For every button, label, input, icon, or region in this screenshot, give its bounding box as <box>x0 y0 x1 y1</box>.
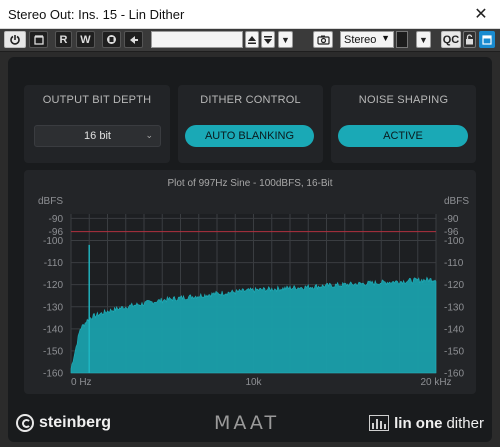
y-tick-label-right: -150 <box>444 346 464 357</box>
steinberg-wordmark: steinberg <box>39 414 112 431</box>
y-tick-label-left: -130 <box>43 302 63 313</box>
y-tick-label-left: -90 <box>49 214 64 225</box>
camera-icon <box>316 35 330 45</box>
y-tick-label-left: -120 <box>43 280 63 291</box>
y-tick-label-right: -110 <box>444 258 464 269</box>
chevron-down-icon: ▼ <box>381 33 390 43</box>
window-icon <box>482 34 492 45</box>
y-tick-label-left: -100 <box>43 236 63 247</box>
write-automation-button[interactable]: W <box>76 31 95 48</box>
title-bar: Stereo Out: Ins. 15 - Lin Dither ✕ <box>0 0 500 29</box>
preset-menu-button[interactable]: ▼ <box>278 31 293 48</box>
y-tick-label-left: -110 <box>44 258 64 269</box>
spectrum-plot-panel: Plot of 997Hz Sine - 100dBFS, 16-Bit dBF… <box>24 170 476 394</box>
arrow-down-icon <box>264 35 272 44</box>
lin-one-wordmark: lin one <box>394 414 443 432</box>
read-automation-button[interactable]: R <box>55 31 72 48</box>
lin-one-dither-logo: lin one dither <box>369 412 484 434</box>
switch-to-previous-button[interactable] <box>124 31 143 48</box>
bypass-button[interactable] <box>29 31 48 48</box>
arrow-left-icon <box>129 35 138 44</box>
routing-menu-button[interactable]: ▼ <box>416 31 431 48</box>
bypass-icon <box>33 34 44 45</box>
dither-control-panel: DITHER CONTROL AUTO BLANKING <box>178 85 323 163</box>
window-title: Stereo Out: Ins. 15 - Lin Dither <box>8 7 185 22</box>
routing-select-value: Stereo <box>344 33 377 46</box>
output-bit-depth-panel: OUTPUT BIT DEPTH 16 bit ⌄ <box>24 85 170 163</box>
auto-blanking-button[interactable]: AUTO BLANKING <box>185 125 314 147</box>
snapshot-button[interactable] <box>313 31 333 48</box>
x-tick-label: 10k <box>245 377 262 388</box>
chevron-down-icon: ⌄ <box>145 130 153 140</box>
x-tick-label: 20 kHz <box>420 377 451 388</box>
dither-wordmark: dither <box>446 414 484 432</box>
close-icon[interactable]: ✕ <box>462 0 500 28</box>
channel-indicator <box>396 31 408 48</box>
power-icon <box>10 34 20 45</box>
y-tick-label-right: -100 <box>444 236 464 247</box>
y-tick-label-right: -120 <box>444 280 464 291</box>
bit-depth-value: 16 bit <box>84 130 111 142</box>
routing-select[interactable]: Stereo ▼ <box>340 31 394 48</box>
arrow-up-icon <box>248 35 256 44</box>
plugin-toolbar: R W ▼ Stereo ▼ ▼ QC <box>0 29 500 52</box>
y-unit-label-left: dBFS <box>38 196 63 207</box>
unlock-icon <box>466 34 473 45</box>
noise-shaping-active-button[interactable]: ACTIVE <box>338 125 468 147</box>
steinberg-logo: steinberg <box>16 412 111 434</box>
noise-shaping-panel: NOISE SHAPING ACTIVE <box>331 85 476 163</box>
window-settings-button[interactable] <box>479 31 495 48</box>
spectrum-plot: dBFS dBFS-90 -90-96 -96-100 -100-110 -110-120… <box>38 196 469 388</box>
side-chain-icon <box>107 35 116 44</box>
x-tick-label: 0 Hz <box>71 377 92 388</box>
lock-button[interactable] <box>463 31 476 48</box>
y-tick-label-right: -140 <box>444 324 464 335</box>
y-tick-label-right: -130 <box>444 302 464 313</box>
bit-depth-dropdown[interactable]: 16 bit ⌄ <box>34 125 161 147</box>
quick-controls-button[interactable]: QC <box>441 31 461 48</box>
maat-logo: MAAT <box>214 412 280 434</box>
dither-control-title: DITHER CONTROL <box>200 94 301 106</box>
preset-name-field[interactable] <box>151 31 243 48</box>
y-tick-label-left: -150 <box>43 346 63 357</box>
lin-one-icon <box>369 415 390 431</box>
preset-next-button[interactable] <box>261 31 275 48</box>
noise-shaping-title: NOISE SHAPING <box>358 94 449 106</box>
side-chain-button[interactable] <box>102 31 121 48</box>
y-unit-label-right: dBFS <box>444 196 469 207</box>
lin-dither-plugin: OUTPUT BIT DEPTH 16 bit ⌄ DITHER CONTROL… <box>8 57 492 442</box>
power-button[interactable] <box>4 31 26 48</box>
y-tick-label-left: -160 <box>43 369 63 380</box>
output-bit-depth-title: OUTPUT BIT DEPTH <box>42 94 152 106</box>
y-tick-label-right: -90 <box>444 214 459 225</box>
y-tick-label-left: -140 <box>43 324 63 335</box>
steinberg-icon <box>16 414 34 432</box>
preset-prev-button[interactable] <box>245 31 259 48</box>
